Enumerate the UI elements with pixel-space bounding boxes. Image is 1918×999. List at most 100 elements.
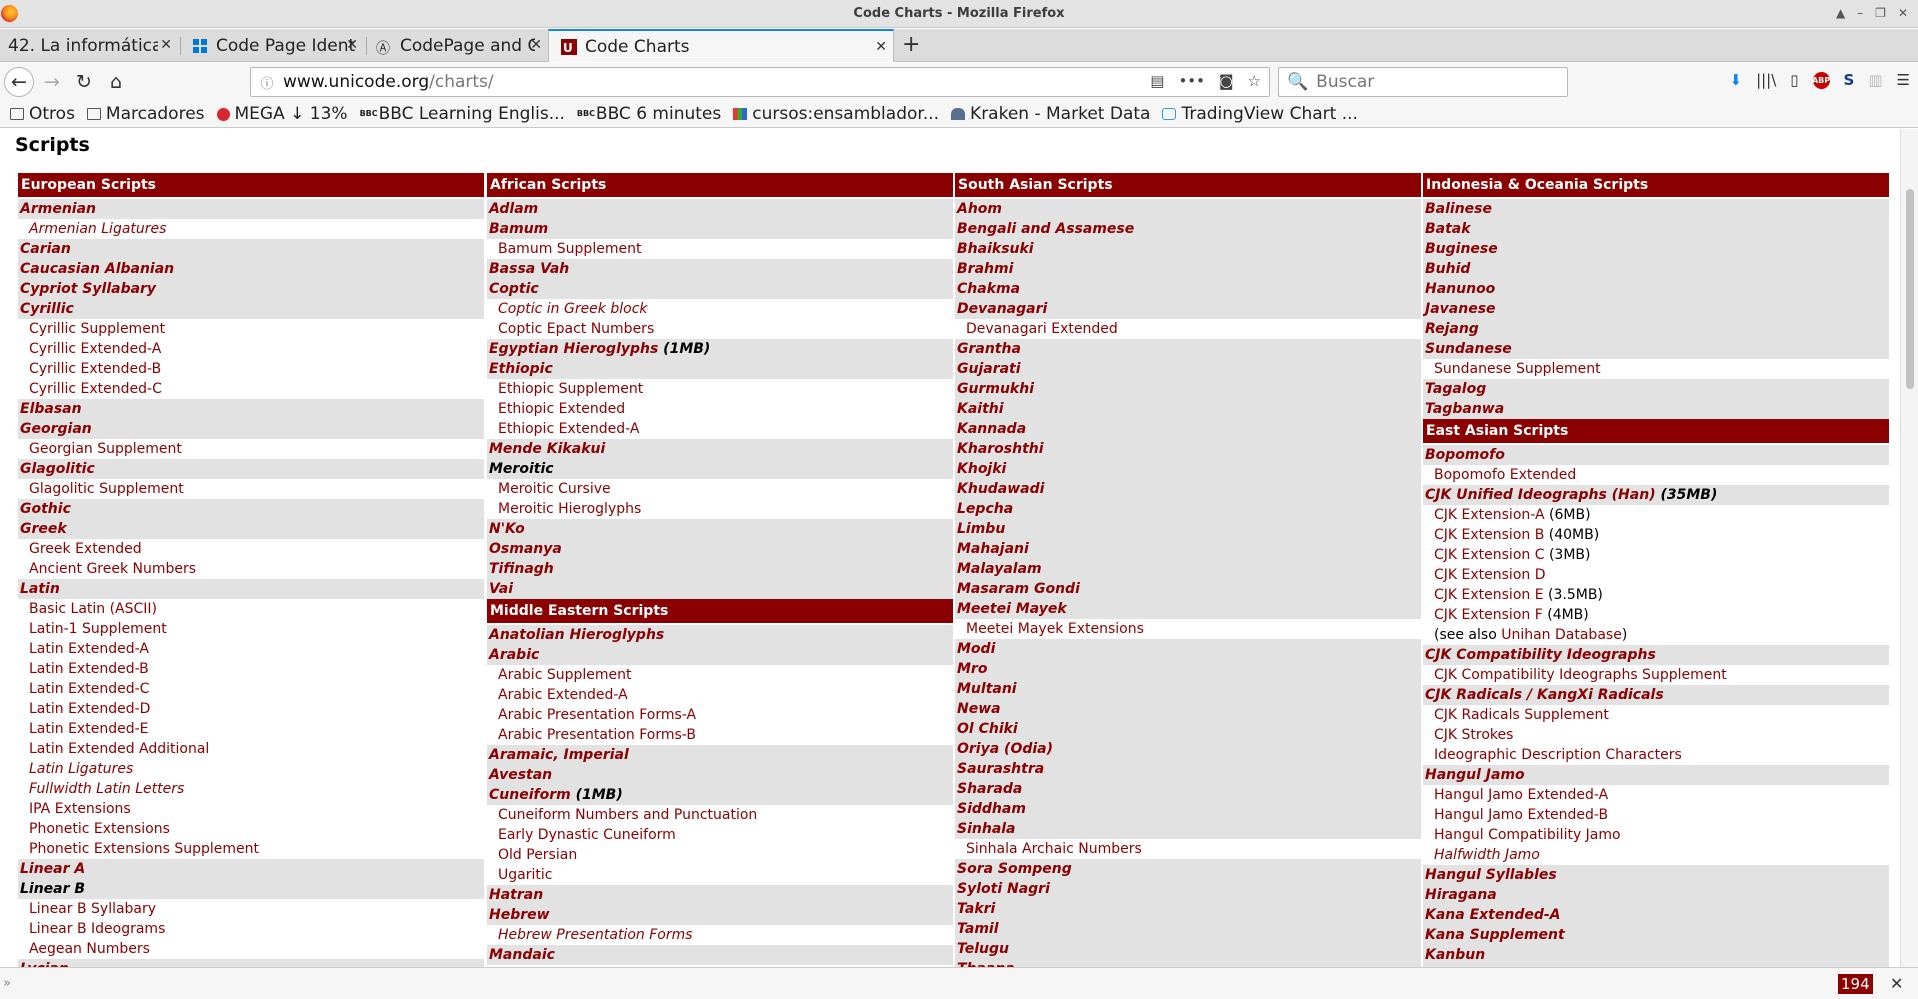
- chart-link[interactable]: Kharoshthi: [957, 441, 1044, 457]
- sidebar-icon[interactable]: ▯: [1790, 71, 1798, 89]
- chart-link[interactable]: Anatolian Hieroglyphs: [489, 627, 664, 643]
- back-button[interactable]: ←: [4, 67, 34, 97]
- page-actions-icon[interactable]: •••: [1178, 72, 1205, 90]
- chart-link[interactable]: CJK Extension D: [1434, 567, 1546, 583]
- bookmark-cursos[interactable]: cursos:ensamblador...: [733, 104, 939, 124]
- chart-link[interactable]: Sinhala: [957, 821, 1016, 837]
- bookmark-mega[interactable]: MEGA ↓ 13%: [216, 104, 348, 124]
- chart-link[interactable]: Latin Extended-B: [29, 661, 149, 677]
- bookmark-otros[interactable]: Otros: [10, 104, 75, 124]
- chart-link[interactable]: Ugaritic: [498, 867, 552, 883]
- tab-code-charts[interactable]: U Code Charts ✕: [548, 29, 894, 62]
- chart-link[interactable]: Osmanya: [489, 541, 562, 557]
- close-tab-icon[interactable]: ✕: [875, 39, 887, 55]
- chart-link[interactable]: Mende Kikakui: [489, 441, 605, 457]
- search-input[interactable]: [1316, 72, 1547, 92]
- bookmark-bbc-learning[interactable]: BBC BBC Learning Englis...: [360, 104, 565, 124]
- tab-code-page-identifier[interactable]: Code Page Identifier ✕: [182, 29, 364, 62]
- new-tab-button[interactable]: +: [902, 32, 920, 57]
- url-bar[interactable]: ⓘ www.unicode.org/charts/ ▤ ••• ◙ ☆: [250, 67, 1270, 97]
- chart-link[interactable]: Latin Extended-A: [29, 641, 149, 657]
- bookmark-kraken[interactable]: Kraken - Market Data: [951, 104, 1150, 124]
- extension-grey-icon[interactable]: ▥: [1868, 71, 1882, 89]
- chart-link[interactable]: Syloti Nagri: [957, 881, 1050, 897]
- chart-link[interactable]: Ethiopic Extended: [498, 401, 625, 417]
- chart-link[interactable]: Masaram Gondi: [957, 581, 1080, 597]
- chart-link[interactable]: Devanagari Extended: [966, 321, 1118, 337]
- chart-link[interactable]: Aramaic, Imperial: [489, 747, 629, 763]
- chart-link[interactable]: Cyrillic Extended-C: [29, 381, 162, 397]
- close-findbar-icon[interactable]: ✕: [1890, 974, 1903, 993]
- chart-link[interactable]: Brahmi: [957, 261, 1013, 277]
- site-info-icon[interactable]: ⓘ: [251, 73, 283, 92]
- chart-link[interactable]: Latin Extended Additional: [29, 741, 209, 757]
- chart-link[interactable]: Cyrillic Extended-A: [29, 341, 161, 357]
- chart-link[interactable]: Ahom: [957, 201, 1002, 217]
- bookmark-star-icon[interactable]: ☆: [1248, 72, 1261, 90]
- chart-link[interactable]: Kana Supplement: [1425, 927, 1565, 943]
- chart-link[interactable]: Hangul Jamo: [1425, 767, 1525, 783]
- chart-link[interactable]: Latin Ligatures: [29, 761, 133, 777]
- chart-link[interactable]: Greek: [20, 521, 67, 537]
- chart-link[interactable]: Arabic Supplement: [498, 667, 632, 683]
- chart-link[interactable]: Sundanese: [1425, 341, 1512, 357]
- chart-link[interactable]: CJK Radicals Supplement: [1434, 707, 1609, 723]
- chart-link[interactable]: Ethiopic: [489, 361, 553, 377]
- chart-link[interactable]: Cyrillic: [20, 301, 74, 317]
- chart-link[interactable]: Carian: [20, 241, 71, 257]
- chart-link[interactable]: Phonetic Extensions: [29, 821, 170, 837]
- chart-link[interactable]: Linear B Ideograms: [29, 921, 165, 937]
- chart-link[interactable]: Sharada: [957, 781, 1022, 797]
- chart-link[interactable]: Linear A: [20, 861, 85, 877]
- chart-link[interactable]: Hangul Jamo Extended-A: [1434, 787, 1608, 803]
- chart-link[interactable]: Cuneiform Numbers and Punctuation: [498, 807, 757, 823]
- chart-link[interactable]: Linear B: [20, 881, 85, 897]
- chart-link[interactable]: Latin Extended-C: [29, 681, 149, 697]
- chart-link[interactable]: Cyrillic Extended-B: [29, 361, 161, 377]
- chart-link[interactable]: Tagalog: [1425, 381, 1486, 397]
- chart-link[interactable]: Sundanese Supplement: [1434, 361, 1601, 377]
- chart-link[interactable]: Hangul Compatibility Jamo: [1434, 827, 1621, 843]
- chart-link[interactable]: Meroitic: [489, 461, 554, 477]
- chart-link[interactable]: Coptic: [489, 281, 539, 297]
- chart-link[interactable]: CJK Compatibility Ideographs Supplement: [1434, 667, 1727, 683]
- chart-link[interactable]: Buginese: [1425, 241, 1498, 257]
- chart-link[interactable]: Bamum: [489, 221, 548, 237]
- close-tab-icon[interactable]: ✕: [160, 37, 172, 53]
- chart-link[interactable]: Hangul Syllables: [1425, 867, 1557, 883]
- chart-link[interactable]: Balinese: [1425, 201, 1492, 217]
- chart-link[interactable]: Hanunoo: [1425, 281, 1495, 297]
- chart-link[interactable]: Mahajani: [957, 541, 1029, 557]
- chart-link[interactable]: Mandaic: [489, 947, 555, 963]
- chart-link[interactable]: Oriya (Odia): [957, 741, 1053, 757]
- chart-link[interactable]: Javanese: [1425, 301, 1496, 317]
- chart-link[interactable]: Kanbun: [1425, 947, 1485, 963]
- menu-icon[interactable]: ☰: [1897, 71, 1910, 89]
- chart-link[interactable]: Gothic: [20, 501, 71, 517]
- chart-link[interactable]: Adlam: [489, 201, 538, 217]
- tab-la-informatica[interactable]: 42. La informática: Evo ✕: [0, 29, 178, 62]
- chart-link[interactable]: Khudawadi: [957, 481, 1044, 497]
- chart-link[interactable]: Gujarati: [957, 361, 1021, 377]
- chart-link[interactable]: Chakma: [957, 281, 1020, 297]
- library-icon[interactable]: |||\: [1756, 71, 1776, 89]
- chart-link[interactable]: Batak: [1425, 221, 1471, 237]
- chart-link[interactable]: Hatran: [489, 887, 543, 903]
- chart-link[interactable]: Buhid: [1425, 261, 1470, 277]
- search-bar[interactable]: 🔍: [1278, 67, 1568, 97]
- window-up-icon[interactable]: ▲: [1836, 6, 1845, 20]
- chart-link[interactable]: Fullwidth Latin Letters: [29, 781, 184, 797]
- chart-link[interactable]: Khojki: [957, 461, 1006, 477]
- chart-link[interactable]: Unihan Database: [1501, 627, 1622, 643]
- chart-link[interactable]: Caucasian Albanian: [20, 261, 174, 277]
- chart-link[interactable]: Georgian Supplement: [29, 441, 182, 457]
- chart-link[interactable]: Ethiopic Extended-A: [498, 421, 639, 437]
- chart-link[interactable]: Mro: [957, 661, 987, 677]
- chart-link[interactable]: CJK Unified Ideographs (Han): [1425, 487, 1656, 503]
- chart-link[interactable]: Telugu: [957, 941, 1009, 957]
- chart-link[interactable]: Modi: [957, 641, 995, 657]
- chart-link[interactable]: Sora Sompeng: [957, 861, 1072, 877]
- chart-link[interactable]: Malayalam: [957, 561, 1042, 577]
- scrollbar-thumb[interactable]: [1906, 189, 1914, 389]
- chart-link[interactable]: Old Persian: [498, 847, 577, 863]
